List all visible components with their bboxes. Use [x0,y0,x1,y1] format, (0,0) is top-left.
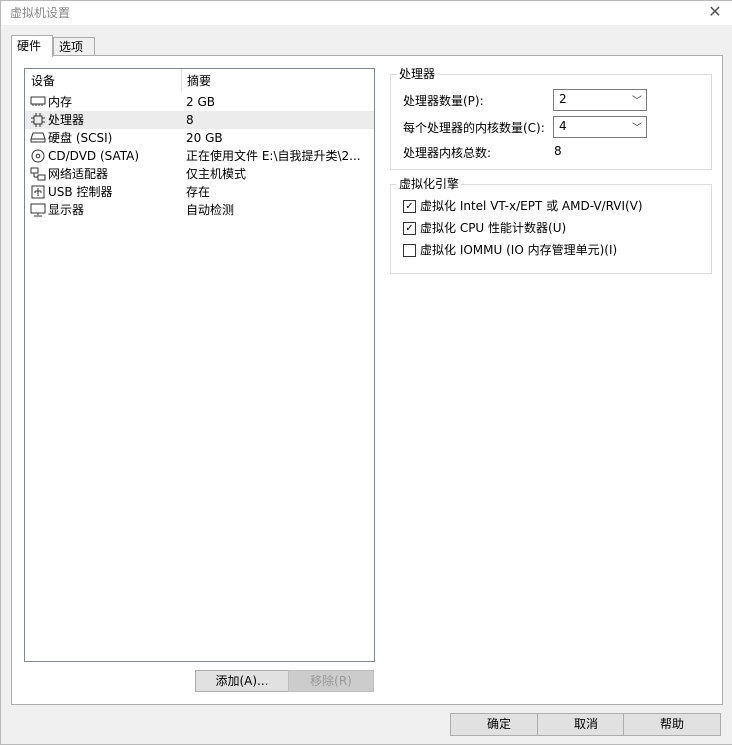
cancel-button[interactable]: 取消 [537,713,635,736]
cpu-icon [30,113,46,127]
device-summary: 2 GB [186,95,215,109]
device-row-memory[interactable]: 内存 2 GB [25,93,374,111]
device-name: 内存 [48,95,73,109]
device-rows: 内存 2 GB 处理器 8 硬盘 (SCSI) 20 GB CD/DVD (SA… [25,93,374,219]
chevron-down-icon: ﹀ [632,123,642,134]
help-button[interactable]: 帮助 [623,713,721,736]
chevron-down-icon: ﹀ [632,96,642,107]
virtualization-group: 虚拟化引擎 ✓ 虚拟化 Intel VT-x/EPT 或 AMD-V/RVI(V… [390,175,712,274]
virtualize-iommu-label: 虚拟化 IOMMU (IO 内存管理单元)(I) [420,243,618,257]
checkbox-checked[interactable]: ✓ [403,200,416,213]
add-device-button[interactable]: 添加(A)... [195,670,289,692]
window-title: 虚拟机设置 [10,6,71,20]
cores-per-processor-label: 每个处理器的内核数量(C): [403,121,545,135]
column-header-device[interactable]: 设备 [25,69,182,91]
device-list-header: 设备 摘要 [25,69,374,91]
column-header-summary[interactable]: 摘要 [181,69,374,91]
close-icon[interactable]: ✕ [706,3,724,21]
device-summary: 正在使用文件 E:\自我提升类\2... [186,149,361,163]
usb-icon [30,185,46,199]
processor-count-select[interactable]: 2 ﹀ [553,89,647,111]
device-summary: 仅主机模式 [186,167,247,181]
processor-group: 处理器 处理器数量(P): 2 ﹀ 每个处理器的内核数量(C): 4 ﹀ 处理器… [390,65,712,170]
device-row-cdrom[interactable]: CD/DVD (SATA) 正在使用文件 E:\自我提升类\2... [25,147,374,165]
cores-per-processor-value: 4 [559,119,567,133]
tab-hardware[interactable]: 硬件 [11,35,53,57]
device-name: 硬盘 (SCSI) [48,131,113,145]
settings-window: 虚拟机设置 ✕ 硬件 选项 设备 摘要 内存 2 GB 处理器 8 硬盘 (SC… [0,0,732,745]
checkbox-unchecked[interactable] [403,244,416,257]
total-cores-value: 8 [554,144,562,158]
virtualization-group-title: 虚拟化引擎 [397,175,462,192]
device-name: 显示器 [48,203,85,217]
hardware-panel: 设备 摘要 内存 2 GB 处理器 8 硬盘 (SCSI) 20 GB CD/D… [11,55,723,705]
device-name: USB 控制器 [48,185,113,199]
cd-icon [30,149,46,163]
device-summary: 存在 [186,185,211,199]
processor-group-title: 处理器 [397,65,438,82]
cores-per-processor-select[interactable]: 4 ﹀ [553,116,647,138]
device-row-disk[interactable]: 硬盘 (SCSI) 20 GB [25,129,374,147]
device-summary: 20 GB [186,131,223,145]
device-row-network[interactable]: 网络适配器 仅主机模式 [25,165,374,183]
memory-icon [30,95,46,109]
device-summary: 自动检测 [186,203,235,217]
total-cores-label: 处理器内核总数: [403,146,492,160]
device-row-display[interactable]: 显示器 自动检测 [25,201,374,219]
device-name: 处理器 [48,113,85,127]
disk-icon [30,131,46,145]
remove-device-button[interactable]: 移除(R) [288,670,374,692]
ok-button[interactable]: 确定 [450,713,548,736]
device-name: 网络适配器 [48,167,109,181]
device-list[interactable]: 设备 摘要 内存 2 GB 处理器 8 硬盘 (SCSI) 20 GB CD/D… [24,68,375,662]
processor-count-label: 处理器数量(P): [403,94,484,108]
virtualize-vtx-label: 虚拟化 Intel VT-x/EPT 或 AMD-V/RVI(V) [420,199,643,213]
processor-count-value: 2 [559,92,567,106]
title-bar: 虚拟机设置 ✕ [1,1,732,25]
virtualize-perf-counters-label: 虚拟化 CPU 性能计数器(U) [420,221,567,235]
tab-options[interactable]: 选项 [53,37,95,56]
checkbox-checked[interactable]: ✓ [403,222,416,235]
display-icon [30,203,46,217]
device-name: CD/DVD (SATA) [48,149,140,163]
device-row-usb[interactable]: USB 控制器 存在 [25,183,374,201]
device-row-processor[interactable]: 处理器 8 [25,111,374,129]
network-icon [30,167,46,181]
device-summary: 8 [186,113,194,127]
